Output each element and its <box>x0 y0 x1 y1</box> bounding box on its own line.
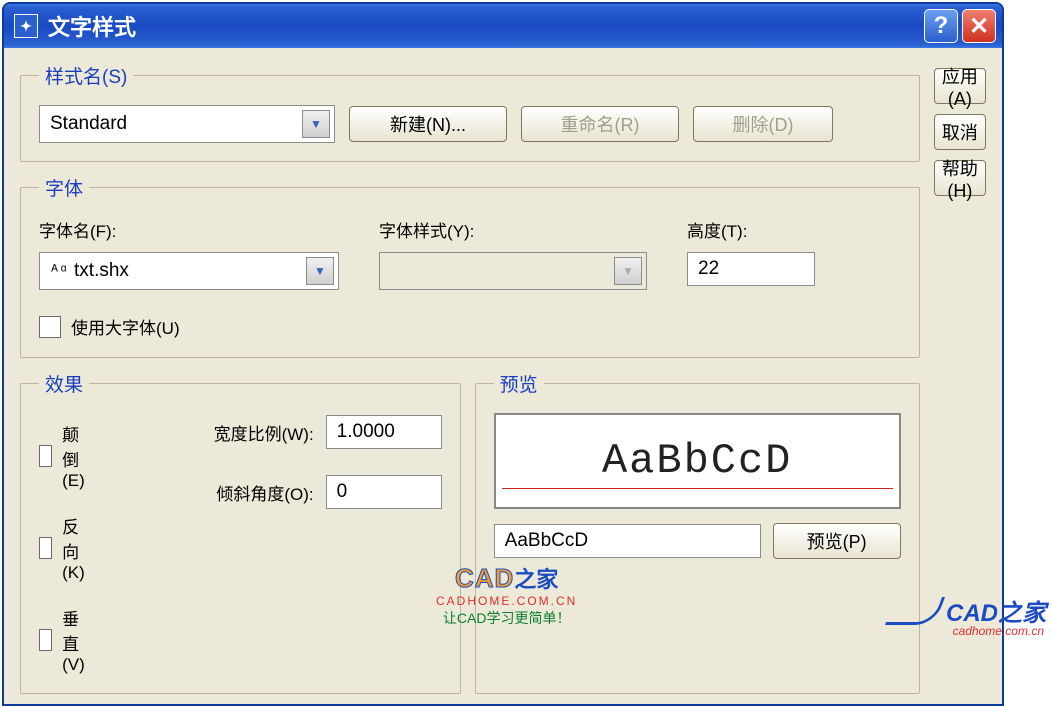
font-name-value: txt.shx <box>74 260 129 282</box>
oblique-angle-label: 倾斜角度(O): <box>134 480 314 505</box>
close-icon[interactable]: ✕ <box>962 9 996 43</box>
width-factor-label: 宽度比例(W): <box>134 420 314 445</box>
font-style-combo: ▼ <box>379 252 647 290</box>
upside-down-label: 颠倒(E) <box>62 421 94 491</box>
use-bigfont-checkbox[interactable] <box>39 316 61 338</box>
effects-legend: 效果 <box>39 370 89 397</box>
shx-icon: ᴬᵅ <box>50 263 68 280</box>
style-name-legend: 样式名(S) <box>39 62 133 89</box>
font-group: 字体 字体名(F): ᴬᵅ txt.shx ▼ 使用大字体(U) <box>20 174 920 358</box>
app-icon: ✦ <box>14 14 38 38</box>
help-icon[interactable]: ? <box>924 9 958 43</box>
chevron-down-icon[interactable]: ▼ <box>306 257 334 285</box>
preview-button[interactable]: 预览(P) <box>773 523 901 559</box>
new-button[interactable]: 新建(N)... <box>349 106 507 142</box>
style-name-combo[interactable]: Standard ▼ <box>39 105 335 143</box>
preview-canvas: AaBbCcD <box>494 413 901 509</box>
font-name-label: 字体名(F): <box>39 217 339 242</box>
text-style-dialog: ✦ 文字样式 ? ✕ 样式名(S) Standard ▼ 新建(N)... 重命… <box>2 2 1004 706</box>
chevron-down-icon: ▼ <box>614 257 642 285</box>
preview-legend: 预览 <box>494 370 544 397</box>
chevron-down-icon[interactable]: ▼ <box>302 110 330 138</box>
window-title: 文字样式 <box>48 10 136 42</box>
style-name-group: 样式名(S) Standard ▼ 新建(N)... 重命名(R) 删除(D) <box>20 62 920 162</box>
oblique-angle-input[interactable] <box>326 475 442 509</box>
vertical-checkbox[interactable] <box>39 629 52 651</box>
backwards-checkbox[interactable] <box>39 537 52 559</box>
cancel-button[interactable]: 取消 <box>934 114 986 150</box>
vertical-label: 垂直(V) <box>62 605 94 675</box>
font-name-combo[interactable]: ᴬᵅ txt.shx ▼ <box>39 252 339 290</box>
effects-group: 效果 颠倒(E) 反向(K) <box>20 370 461 694</box>
preview-group: 预览 AaBbCcD 预览(P) <box>475 370 920 694</box>
style-name-value: Standard <box>50 113 127 135</box>
backwards-label: 反向(K) <box>62 513 94 583</box>
rename-button[interactable]: 重命名(R) <box>521 106 679 142</box>
upside-down-checkbox[interactable] <box>39 445 52 467</box>
preview-text-input[interactable] <box>494 524 761 558</box>
delete-button[interactable]: 删除(D) <box>693 106 833 142</box>
width-factor-input[interactable] <box>326 415 442 449</box>
height-input[interactable] <box>687 252 815 286</box>
client-area: 样式名(S) Standard ▼ 新建(N)... 重命名(R) 删除(D) <box>4 48 1002 704</box>
use-bigfont-label: 使用大字体(U) <box>71 314 180 339</box>
height-label: 高度(T): <box>687 217 815 242</box>
help-button[interactable]: 帮助(H) <box>934 160 986 196</box>
titlebar: ✦ 文字样式 ? ✕ <box>4 4 1002 48</box>
font-legend: 字体 <box>39 174 89 201</box>
apply-button[interactable]: 应用(A) <box>934 68 986 104</box>
font-style-label: 字体样式(Y): <box>379 217 647 242</box>
